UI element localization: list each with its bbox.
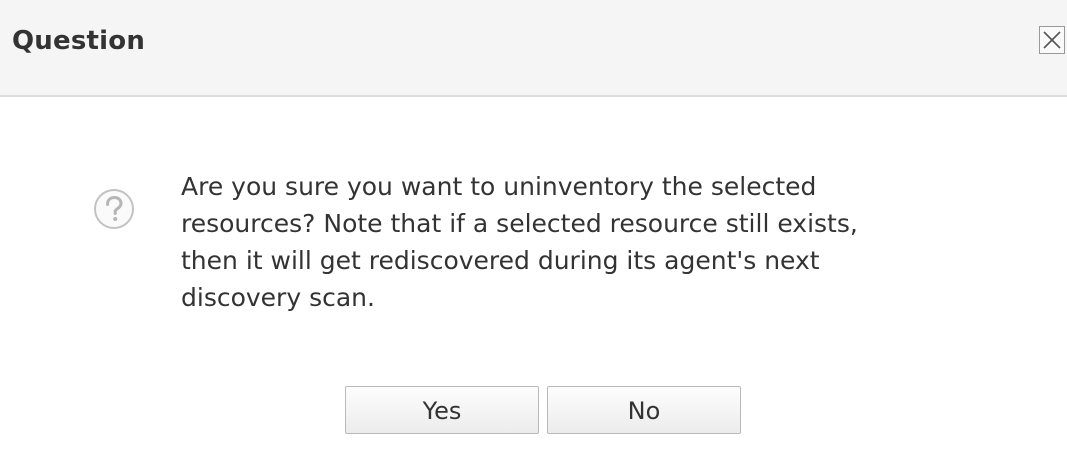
question-dialog: Question Are you sure you want to uninve…	[0, 0, 1067, 472]
no-button[interactable]: No	[547, 386, 741, 434]
question-mark-icon	[94, 189, 134, 229]
dialog-title: Question	[12, 26, 146, 56]
close-icon	[1043, 31, 1061, 49]
dialog-message: Are you sure you want to uninventory the…	[181, 172, 858, 312]
close-button[interactable]	[1039, 26, 1065, 54]
yes-button[interactable]: Yes	[345, 386, 539, 434]
dialog-header: Question	[0, 0, 1067, 97]
